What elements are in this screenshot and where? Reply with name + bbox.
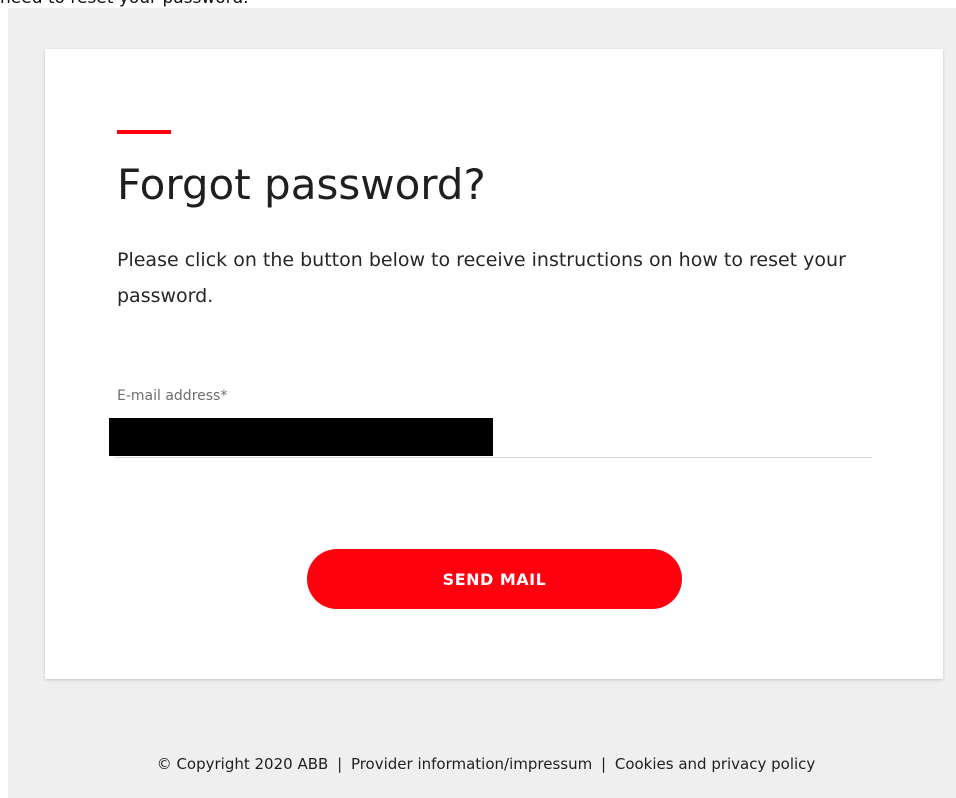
page-background: Forgot password? Please click on the but… <box>8 8 956 798</box>
copyright-text: © Copyright 2020 ABB <box>156 755 329 773</box>
email-field-underline <box>115 457 872 458</box>
title-accent-line <box>117 130 171 134</box>
footer-separator: | <box>337 755 343 773</box>
cookies-privacy-link[interactable]: Cookies and privacy policy <box>615 755 815 773</box>
instructions-text: Please click on the button below to rece… <box>117 249 846 307</box>
forgot-password-card: Forgot password? Please click on the but… <box>45 49 943 679</box>
page-title: Forgot password? <box>117 160 486 209</box>
top-cutoff-text-strip: need to reset your password. <box>0 0 956 8</box>
email-field[interactable] <box>109 418 493 456</box>
email-field-label: E-mail address* <box>117 388 228 404</box>
send-mail-button[interactable]: SEND MAIL <box>307 549 682 609</box>
footer-separator: | <box>601 755 607 773</box>
top-cutoff-text: need to reset your password. <box>0 0 249 8</box>
footer: © Copyright 2020 ABB | Provider informat… <box>8 755 956 773</box>
provider-information-link[interactable]: Provider information/impressum <box>351 755 592 773</box>
